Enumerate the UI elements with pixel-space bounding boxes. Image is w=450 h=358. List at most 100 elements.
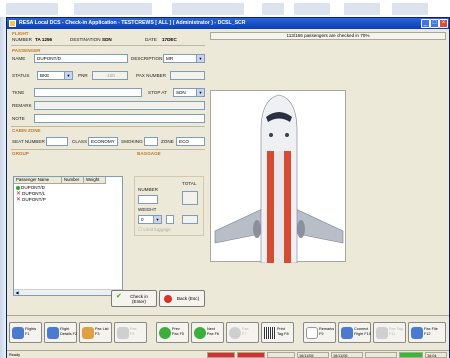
remarks-icon — [306, 327, 318, 339]
pax-tag-button[interactable]: Pax Tag F11 — [373, 322, 406, 343]
flights-button[interactable]: Flights F1 — [9, 322, 42, 343]
maximize-button[interactable]: □ — [430, 19, 439, 28]
window-title: RESA Local DCS - Check-in Application - … — [19, 20, 246, 26]
remark-label: REMARK — [12, 103, 32, 108]
connect-flight-icon — [341, 327, 353, 339]
status-time: 16:04 — [425, 352, 447, 358]
pnr-field[interactable]: 100 — [92, 71, 128, 80]
connect-flight-button[interactable]: Connect Flight F10 — [338, 322, 371, 343]
seat-number-field[interactable] — [46, 137, 68, 146]
close-button[interactable]: × — [439, 19, 448, 28]
pax-tag-key: F11 — [389, 331, 396, 336]
zone-field[interactable]: ECO — [176, 137, 205, 146]
pax-file-button[interactable]: Pax File F12 — [408, 322, 446, 343]
flight-section-label: FLIGHT — [12, 31, 29, 36]
seat-map-panel: 113/166 passengers are checked in 70% — [208, 30, 449, 310]
back-button[interactable]: Back (Esc) — [159, 290, 205, 307]
destination-label: DESTINATION — [70, 37, 101, 42]
pax-f7-label: Pax — [242, 327, 249, 331]
pax-f4-label: Pax — [130, 327, 137, 331]
pax-f7-button[interactable]: Pax F7 — [226, 322, 259, 343]
flights-icon — [12, 327, 24, 339]
stop-at-label: STOP AT — [148, 90, 167, 95]
status-bar: Ready 16/11/05 16/11/05 16:04 — [7, 350, 449, 358]
print-tag-button[interactable]: Print Tag F8 — [261, 322, 294, 343]
banner-tile — [172, 3, 244, 15]
bag-weight-unit[interactable] — [166, 215, 174, 224]
prev-pax-key: Pax F5 — [172, 331, 185, 336]
banner-tile — [6, 3, 58, 15]
stop-at-select[interactable]: SDN ▼ — [173, 88, 205, 97]
status-date: 16/11/05 — [331, 352, 363, 358]
status-indicator-red — [207, 352, 235, 358]
chevron-down-icon[interactable]: ▼ — [196, 55, 204, 62]
class-field[interactable]: ECONOMY — [88, 137, 118, 146]
horizontal-scrollbar[interactable]: ◀ ▶ — [14, 289, 122, 295]
title-bar[interactable]: RESA Local DCS - Check-in Application - … — [7, 18, 449, 29]
tkne-label: TKNE — [12, 90, 25, 95]
table-row[interactable]: ✕DUPONT/P — [16, 197, 46, 203]
aircraft-view[interactable] — [210, 90, 346, 263]
chevron-down-icon[interactable]: ▼ — [153, 216, 161, 223]
smoking-label: SMOKING — [121, 139, 143, 144]
description-value: MR — [166, 56, 174, 61]
status-empty — [267, 352, 295, 358]
chevron-down-icon[interactable]: ▼ — [196, 89, 204, 96]
back-icon — [164, 295, 172, 303]
checkin-window: RESA Local DCS - Check-in Application - … — [6, 17, 450, 358]
check-icon: ✔ — [116, 293, 122, 300]
col-weight[interactable]: Weight — [84, 177, 106, 184]
number-label: NUMBER — [12, 37, 32, 42]
limit-luggage-checkbox[interactable]: ☐ Limit luggage — [138, 227, 171, 233]
remarks-key: F9 — [319, 331, 324, 336]
bag-number-field[interactable] — [138, 195, 158, 204]
bag-weight-label: WEIGHT — [138, 207, 157, 212]
flight-number: TA 1256 — [35, 37, 53, 42]
pax-number-field[interactable] — [170, 71, 205, 80]
pax-f4-button[interactable]: Pax F4 — [114, 322, 147, 343]
pax-list-button[interactable]: Pax List F3 — [79, 322, 112, 343]
flight-details-key: Details F2 — [60, 331, 78, 336]
barcode-icon — [264, 327, 276, 339]
scroll-left-icon[interactable]: ◀ — [14, 290, 20, 295]
baggage-panel: NUMBER WEIGHT 0 ▼ TOTAL ☐ Limit luggage — [134, 176, 204, 236]
pax-f7-key: F7 — [242, 331, 247, 336]
flights-label: Flights — [25, 327, 37, 331]
top-banner — [0, 0, 450, 17]
status-select[interactable]: BKE ▼ — [37, 71, 73, 80]
status-indicator-green — [399, 352, 423, 358]
check-icon — [16, 185, 20, 190]
remark-field[interactable] — [34, 101, 205, 110]
app-icon — [9, 20, 16, 27]
bag-total-weight — [182, 215, 198, 224]
name-label: NAME — [12, 56, 26, 61]
remarks-button[interactable]: Remarks F9 — [303, 322, 336, 343]
tkne-field[interactable] — [34, 88, 142, 97]
name-field[interactable]: DUPONT/D — [34, 54, 128, 63]
checkin-button[interactable]: ✔ Check in (Enter) — [111, 290, 157, 307]
baggage-section-label: BAGGAGE — [137, 151, 161, 156]
limit-luggage-label: Limit luggage — [143, 227, 171, 232]
status-date: 16/11/05 — [297, 352, 329, 358]
passenger-name: DUPONT/D — [21, 185, 45, 190]
bag-weight-field[interactable]: 0 ▼ — [138, 215, 162, 224]
pax-list-label: Pax List — [95, 327, 109, 331]
col-passenger-name[interactable]: Passenger Name — [14, 177, 62, 184]
prev-pax-button[interactable]: Prev Pax F5 — [156, 322, 189, 343]
smoking-field[interactable] — [144, 137, 158, 146]
date-label: DATE — [145, 37, 157, 42]
note-field[interactable] — [34, 114, 205, 123]
minimize-button[interactable]: _ — [421, 19, 430, 28]
next-pax-button[interactable]: Next Pax F6 — [191, 322, 224, 343]
group-grid[interactable]: Passenger Name Number Weight DUPONT/D ✕D… — [13, 176, 123, 296]
zone-label: ZONE — [161, 139, 174, 144]
pax-f4-key: F4 — [130, 331, 135, 336]
status-ready: Ready — [9, 353, 20, 357]
description-select[interactable]: MR ▼ — [163, 54, 205, 63]
pax-list-icon — [82, 327, 94, 339]
bag-total-label: TOTAL — [182, 181, 197, 186]
chevron-down-icon[interactable]: ▼ — [64, 72, 72, 79]
col-number[interactable]: Number — [62, 177, 84, 184]
flight-details-button[interactable]: Flight Details F2 — [44, 322, 77, 343]
airplane-icon — [214, 94, 344, 263]
